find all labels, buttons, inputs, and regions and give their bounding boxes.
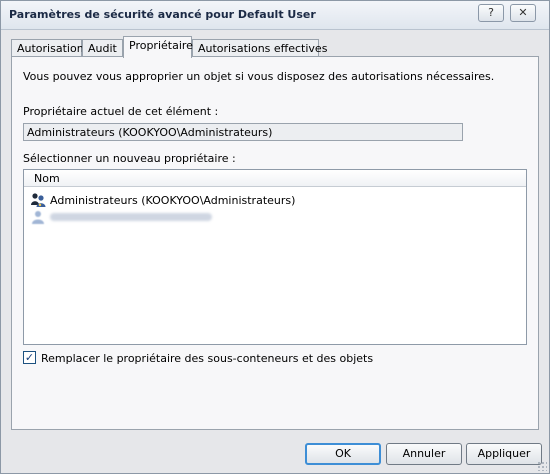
resize-grip[interactable] [537, 461, 547, 471]
window-title: Paramètres de sécurité avancé pour Defau… [9, 8, 316, 21]
tab-proprietaire[interactable]: Propriétaire [123, 36, 193, 58]
new-owner-label: Sélectionner un nouveau propriétaire : [23, 152, 236, 165]
intro-text: Vous pouvez vous approprier un objet si … [23, 70, 495, 83]
help-button[interactable]: ? [478, 4, 504, 22]
current-owner-field: Administrateurs (KOOKYOO\Administrateurs… [23, 123, 463, 141]
tab-autorisations[interactable]: Autorisations [11, 39, 89, 57]
list-item-label: Administrateurs (KOOKYOO\Administrateurs… [50, 194, 296, 207]
user-icon [32, 211, 44, 224]
replace-owner-checkbox[interactable]: ✓ [23, 351, 36, 364]
redacted-name [50, 213, 212, 221]
title-bar[interactable]: Paramètres de sécurité avancé pour Defau… [1, 1, 549, 30]
replace-owner-label: Remplacer le propriétaire des sous-conte… [41, 352, 374, 365]
ok-button[interactable]: OK [305, 443, 381, 465]
user-group-icon [31, 193, 46, 207]
apply-button[interactable]: Appliquer [466, 443, 542, 465]
list-item[interactable]: Administrateurs (KOOKYOO\Administrateurs… [30, 192, 330, 208]
column-header-nom[interactable]: Nom [24, 170, 526, 187]
new-owner-list[interactable]: Nom Administrateurs (KOOKYOO\Administrat… [23, 169, 527, 345]
owner-panel: Vous pouvez vous approprier un objet si … [11, 56, 539, 430]
close-button[interactable]: ✕ [510, 4, 536, 22]
security-dialog: Paramètres de sécurité avancé pour Defau… [0, 0, 550, 474]
cancel-button[interactable]: Annuler [386, 443, 462, 465]
tab-autorisations-effectives[interactable]: Autorisations effectives [192, 39, 327, 57]
tab-audit[interactable]: Audit [82, 39, 123, 57]
list-item[interactable] [30, 209, 230, 225]
current-owner-label: Propriétaire actuel de cet élément : [23, 105, 219, 118]
